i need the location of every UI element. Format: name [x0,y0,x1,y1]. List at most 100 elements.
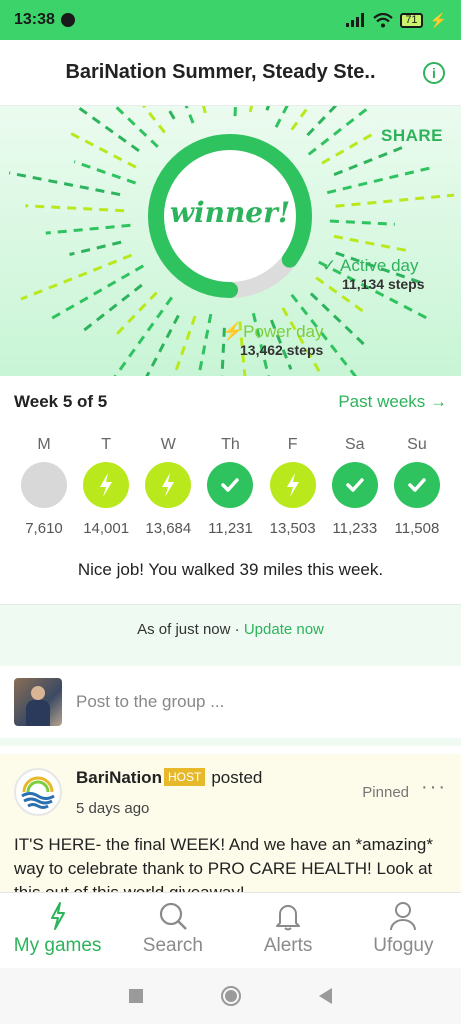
day-steps: 13,684 [145,520,192,537]
feed-post[interactable]: BariNation HOST posted 5 days ago Pinned ·… [0,754,461,892]
home-button[interactable] [221,986,241,1006]
sunburst-ray [145,314,180,376]
check-icon [346,478,364,492]
back-button[interactable] [319,988,332,1004]
check-icon [221,478,240,492]
sunburst-ray [172,315,197,376]
sunburst-ray [73,160,137,185]
sunburst-ray [45,223,131,235]
day-status-badge [145,462,192,508]
nav-label: Search [142,935,203,956]
day-steps: 11,231 [208,520,253,537]
hero-banner: SHARE winner! ✓ Active day 11,134 steps … [0,106,461,376]
sunburst-ray [165,106,176,120]
day-list: M 7,610 T 14,001 W 13,684 Th 11,231 F 13,503 Sa 11,… [14,436,447,537]
day-item[interactable]: F 13,503 [263,436,323,537]
nav-label: My games [13,935,102,956]
nav-label: Alerts [263,935,313,956]
lightning-icon [100,473,113,497]
share-button[interactable]: SHARE [381,126,443,146]
day-label: T [101,436,112,453]
search-icon [159,902,187,930]
day-steps: 13,503 [269,520,316,537]
active-day-annotation: ✓ Active day 11,134 steps [322,256,425,292]
avatar [14,678,62,726]
nav-alerts[interactable]: Alerts [231,893,346,968]
update-now-link[interactable]: Update now [244,621,324,638]
active-day-steps: 11,134 steps [342,276,425,292]
bell-icon [276,905,301,931]
day-item[interactable]: Sa 11,233 [325,436,385,537]
post-composer[interactable]: Post to the group ... [0,666,461,746]
active-day-label: ✓ Active day [322,256,419,275]
day-status-badge [207,462,254,508]
bottom-nav: My games Search Alerts Ufoguy [0,892,461,968]
day-label: M [37,436,51,453]
sunburst-ray [333,146,403,177]
day-item[interactable]: T 14,001 [76,436,136,537]
sunburst-ray [184,106,195,124]
nav-profile[interactable]: Ufoguy [346,893,461,968]
recents-button[interactable] [129,989,143,1003]
wifi-icon [373,12,394,27]
sunburst-ray [233,106,238,117]
more-options-icon[interactable]: ··· [421,776,447,817]
day-item[interactable]: Th 11,231 [200,436,260,537]
lightning-icon [162,473,175,497]
notification-icon [60,13,75,27]
past-weeks-link[interactable]: Past weeks → [338,392,447,412]
sunburst-ray [197,313,213,376]
status-bar: 13:38 71 ⚡ [0,0,461,40]
charging-icon: ⚡ [429,11,447,28]
day-steps: 11,233 [332,520,378,537]
day-status-badge [393,462,440,508]
sunburst-ray [73,106,140,153]
post-author[interactable]: BariNation [76,768,162,787]
sync-status: As of just now · Update now [0,604,461,666]
day-label: F [287,436,298,453]
power-day-steps: 13,462 steps [240,342,324,358]
day-item[interactable]: M 7,610 [14,436,74,537]
day-steps: 7,610 [25,520,63,537]
person-icon [390,902,417,931]
lightning-icon [286,473,299,497]
nav-my-games[interactable]: My games [0,893,115,968]
day-steps: 14,001 [83,520,130,537]
nav-search[interactable]: Search [115,893,230,968]
day-label: Sa [344,436,365,453]
day-status-badge [331,462,378,508]
status-time: 13:38 [14,11,55,28]
sunburst-ray [25,204,125,213]
barination-logo-icon [14,768,62,816]
day-label: W [160,436,176,453]
post-input[interactable]: Post to the group ... [76,692,224,712]
sunburst-ray [69,240,122,256]
lightning-icon [50,902,65,930]
sunburst-ray [65,129,137,169]
app-bar: BariNation Summer, Steady Ste.. i [0,40,461,106]
nav-label: Ufoguy [373,935,434,956]
info-icon[interactable]: i [423,61,445,84]
system-nav-bar [0,968,461,1024]
post-time: 5 days ago [76,800,150,817]
sunburst-ray [329,219,395,226]
sunburst-ray [202,106,207,114]
post-action: posted [211,768,263,787]
sunburst-ray [51,264,145,320]
day-label: Su [407,436,427,453]
day-label: Th [221,436,240,453]
week-section: Week 5 of 5 Past weeks → M 7,610 T 14,001 W 1… [0,376,461,604]
power-day-label: ⚡Power day [222,322,324,341]
day-item[interactable]: Su 11,508 [387,436,447,537]
page-title: BariNation Summer, Steady Ste.. [65,61,376,83]
sunburst-ray [335,193,455,208]
week-title: Week 5 of 5 [14,392,108,411]
host-badge: HOST [163,768,206,786]
sunburst-ray [113,106,159,148]
battery-icon: 71 [400,12,423,28]
sync-text: As of just now · [137,621,244,638]
day-item[interactable]: W 13,684 [138,436,198,537]
winner-text: winner! [169,196,291,229]
sunburst-ray [8,171,121,197]
sunburst-ray [142,106,166,134]
